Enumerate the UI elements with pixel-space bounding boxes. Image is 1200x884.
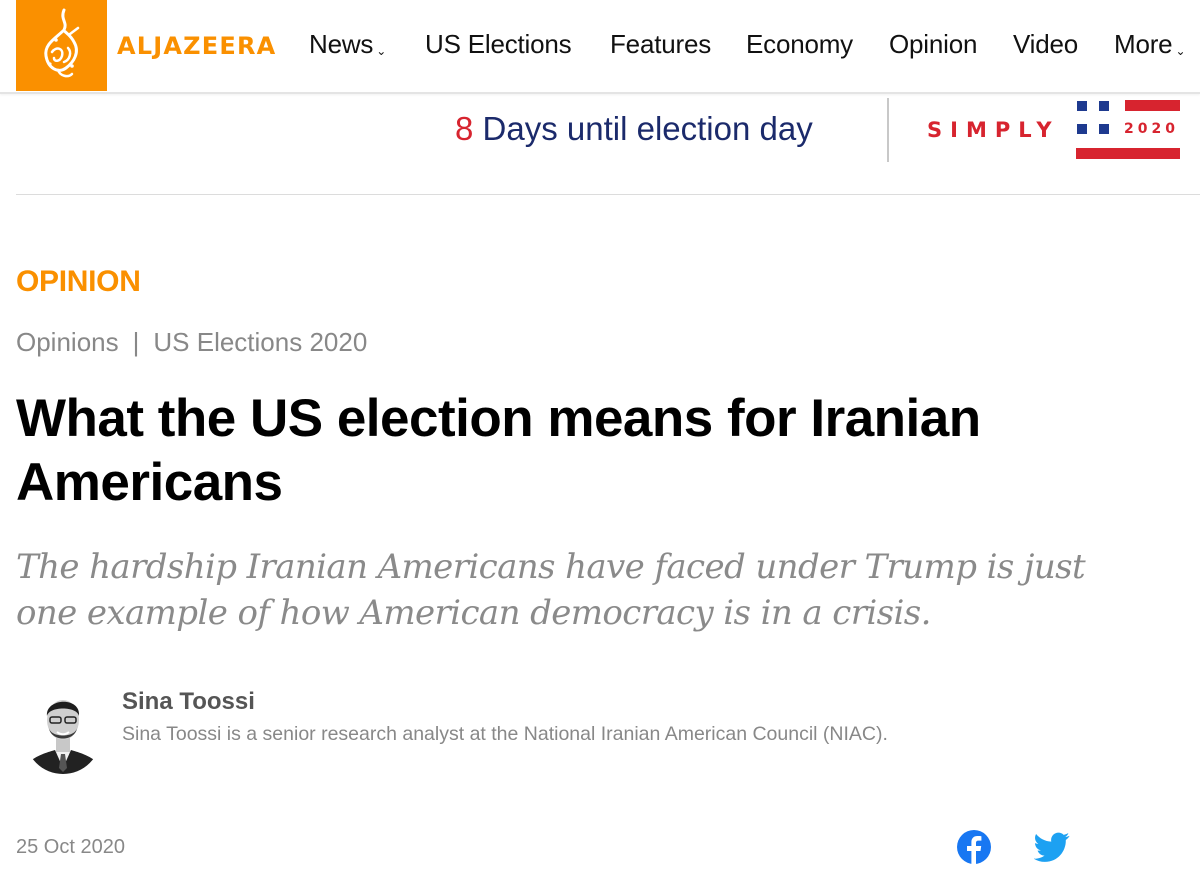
- author-avatar[interactable]: [25, 688, 101, 774]
- countdown-text: Days until election day: [482, 110, 813, 147]
- nav-features[interactable]: Features: [610, 29, 711, 60]
- breadcrumb: Opinions | US Elections 2020: [16, 327, 367, 358]
- site-header: ALJAZEERA News ⌄ US Elections Features Ec…: [0, 0, 1200, 94]
- publish-date: 25 Oct 2020: [16, 836, 125, 858]
- nav-video[interactable]: Video: [1013, 29, 1078, 60]
- banner-divider: [887, 98, 889, 162]
- share-facebook-button[interactable]: [956, 829, 992, 865]
- author-name[interactable]: Sina Toossi: [122, 688, 255, 716]
- nav-news[interactable]: News ⌄: [309, 29, 386, 60]
- simply-wordmark: SIMPLY: [927, 118, 1060, 142]
- breadcrumb-separator: |: [132, 327, 140, 357]
- article-kicker: OPINION: [16, 265, 141, 298]
- chevron-down-icon: ⌄: [1175, 44, 1186, 58]
- breadcrumb-opinions[interactable]: Opinions: [16, 327, 119, 357]
- article-headline: What the US election means for Iranian A…: [16, 389, 981, 512]
- section-divider: [16, 194, 1200, 195]
- chevron-down-icon: ⌄: [376, 44, 387, 58]
- nav-label: More: [1114, 29, 1173, 59]
- nav-more[interactable]: More ⌄: [1114, 29, 1185, 60]
- twitter-icon: [1033, 832, 1070, 862]
- nav-economy[interactable]: Economy: [746, 29, 853, 60]
- calligraphy-logo-icon: [44, 8, 80, 78]
- simply-year: 2020: [1124, 121, 1179, 137]
- countdown-days: 8: [455, 110, 474, 147]
- breadcrumb-us-elections-2020[interactable]: US Elections 2020: [153, 327, 367, 357]
- nav-label: News: [309, 29, 374, 59]
- nav-us-elections[interactable]: US Elections: [425, 29, 572, 60]
- nav-opinion[interactable]: Opinion: [889, 29, 977, 60]
- share-twitter-button[interactable]: [1033, 829, 1070, 865]
- aljazeera-logo-mark[interactable]: [16, 0, 107, 91]
- aljazeera-logo-text[interactable]: ALJAZEERA: [117, 32, 276, 60]
- election-countdown[interactable]: 8 Days until election day: [455, 110, 813, 148]
- facebook-icon: [957, 830, 991, 864]
- article-standfirst: The hardship Iranian Americans have face…: [16, 547, 1086, 633]
- author-bio: Sina Toossi is a senior research analyst…: [122, 723, 888, 745]
